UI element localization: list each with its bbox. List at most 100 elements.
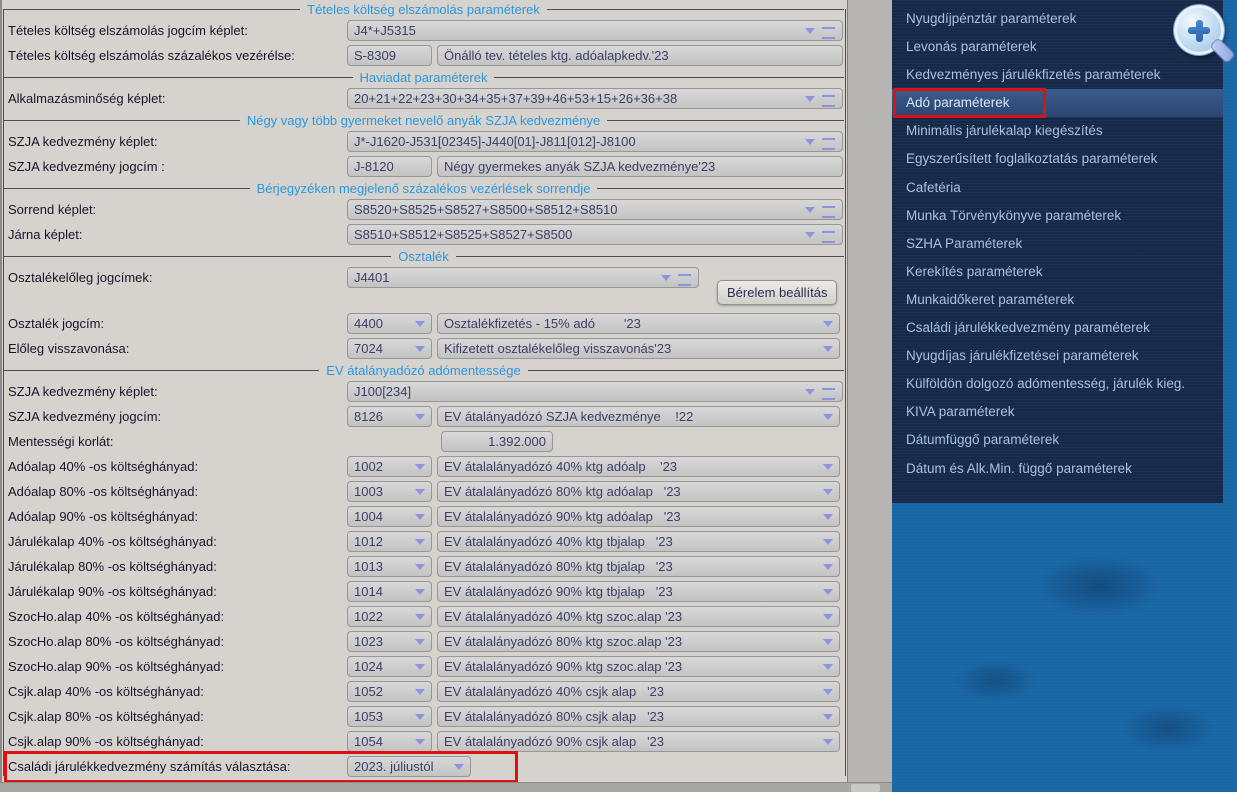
formula-input[interactable]: J4*+J5315 — [347, 20, 843, 41]
sidebar-item[interactable]: Kedvezményes járulékfizetés paraméterek — [892, 61, 1223, 89]
chevron-down-icon[interactable] — [415, 639, 425, 645]
description-select[interactable]: EV átalalányadózó 40% ktg szoc.alap '23 — [437, 606, 840, 627]
description-select[interactable]: EV átalalányadózó 90% ktg tbjalap '23 — [437, 581, 840, 602]
dropdown-select[interactable]: 2023. júliustól — [347, 756, 471, 777]
code-select[interactable]: 1022 — [347, 606, 432, 627]
sidebar-item[interactable]: Cafetéria — [892, 174, 1223, 202]
description-input[interactable]: Önálló tev. tételes ktg. adóalapkedv.'23 — [437, 45, 843, 66]
menu-handle-icon[interactable] — [678, 274, 691, 286]
sidebar-item[interactable]: Minimális járulékalap kiegészítés — [892, 117, 1223, 145]
code-select[interactable]: 4400 — [347, 313, 432, 334]
code-select[interactable]: 8126 — [347, 406, 432, 427]
chevron-down-icon[interactable] — [415, 464, 425, 470]
sidebar-item[interactable]: Munka Törvénykönyve paraméterek — [892, 202, 1223, 230]
chevron-down-icon[interactable] — [823, 589, 833, 595]
description-input[interactable]: Négy gyermekes anyák SZJA kedvezménye'23 — [437, 156, 843, 177]
description-select[interactable]: EV átalányadózó SZJA kedvezménye !22 — [437, 406, 840, 427]
chevron-down-icon[interactable] — [415, 539, 425, 545]
sidebar-item[interactable]: Külföldön dolgozó adómentesség, járulék … — [892, 370, 1223, 398]
chevron-down-icon[interactable] — [415, 564, 425, 570]
formula-input[interactable]: J100[234] — [347, 381, 843, 402]
formula-input[interactable]: S8510+S8512+S8525+S8527+S8500 — [347, 224, 843, 245]
description-select[interactable]: EV átalalányadózó 90% ktg szoc.alap '23 — [437, 656, 840, 677]
code-select[interactable]: 1014 — [347, 581, 432, 602]
chevron-down-icon[interactable] — [823, 739, 833, 745]
chevron-down-icon[interactable] — [415, 664, 425, 670]
chevron-down-icon[interactable] — [823, 346, 833, 352]
chevron-down-icon[interactable] — [415, 321, 425, 327]
chevron-down-icon[interactable] — [415, 589, 425, 595]
chevron-down-icon[interactable] — [415, 689, 425, 695]
code-select[interactable]: 1052 — [347, 681, 432, 702]
chevron-down-icon[interactable] — [805, 139, 815, 145]
chevron-down-icon[interactable] — [823, 539, 833, 545]
description-select[interactable]: EV átalalányadózó 80% ktg adóalap '23 — [437, 481, 840, 502]
code-select[interactable]: 1054 — [347, 731, 432, 752]
chevron-down-icon[interactable] — [823, 414, 833, 420]
chevron-down-icon[interactable] — [415, 739, 425, 745]
chevron-down-icon[interactable] — [823, 614, 833, 620]
code-input[interactable]: S-8309 — [347, 45, 432, 66]
description-select[interactable]: Kifizetett osztalékelőleg visszavonás'23 — [437, 338, 840, 359]
code-select[interactable]: 1023 — [347, 631, 432, 652]
sidebar-item[interactable]: SZHA Paraméterek — [892, 230, 1223, 258]
chevron-down-icon[interactable] — [823, 564, 833, 570]
chevron-down-icon[interactable] — [823, 689, 833, 695]
code-select[interactable]: 1024 — [347, 656, 432, 677]
sidebar-item[interactable]: Dátumfüggő paraméterek — [892, 426, 1223, 454]
chevron-down-icon[interactable] — [454, 764, 464, 770]
code-select[interactable]: 7024 — [347, 338, 432, 359]
menu-handle-icon[interactable] — [822, 27, 835, 39]
scrollbar-corner[interactable] — [851, 784, 880, 792]
sidebar-item[interactable]: Családi járulékkedvezmény paraméterek — [892, 314, 1223, 342]
description-select[interactable]: EV átalalányadózó 40% csjk alap '23 — [437, 681, 840, 702]
magnifier-zoom-in-icon[interactable] — [1172, 3, 1236, 65]
code-select[interactable]: 1004 — [347, 506, 432, 527]
chevron-down-icon[interactable] — [823, 464, 833, 470]
code-select[interactable]: 1053 — [347, 706, 432, 727]
description-select[interactable]: EV átalalányadózó 90% csjk alap '23 — [437, 731, 840, 752]
formula-input[interactable]: J4401 — [347, 267, 699, 288]
description-select[interactable]: EV átalalányadózó 40% ktg adóalp '23 — [437, 456, 840, 477]
description-select[interactable]: EV átalalányadózó 90% ktg adóalap '23 — [437, 506, 840, 527]
description-select[interactable]: EV átalalányadózó 80% csjk alap '23 — [437, 706, 840, 727]
chevron-down-icon[interactable] — [415, 346, 425, 352]
description-select[interactable]: EV átalalányadózó 80% ktg tbjalap '23 — [437, 556, 840, 577]
chevron-down-icon[interactable] — [805, 28, 815, 34]
chevron-down-icon[interactable] — [823, 639, 833, 645]
chevron-down-icon[interactable] — [415, 714, 425, 720]
sidebar-item[interactable]: Adó paraméterek — [892, 88, 1223, 119]
menu-handle-icon[interactable] — [822, 388, 835, 400]
menu-handle-icon[interactable] — [822, 95, 835, 107]
chevron-down-icon[interactable] — [415, 489, 425, 495]
chevron-down-icon[interactable] — [415, 414, 425, 420]
description-select[interactable]: EV átalalányadózó 80% ktg szoc.alap '23 — [437, 631, 840, 652]
sidebar-item[interactable]: Nyugdíjas járulékfizetései paraméterek — [892, 342, 1223, 370]
sidebar-item[interactable]: Kerekítés paraméterek — [892, 258, 1223, 286]
code-select[interactable]: 1003 — [347, 481, 432, 502]
chevron-down-icon[interactable] — [661, 275, 671, 281]
chevron-down-icon[interactable] — [805, 207, 815, 213]
menu-handle-icon[interactable] — [822, 206, 835, 218]
description-select[interactable]: Osztalékfizetés - 15% adó '23 — [437, 313, 840, 334]
chevron-down-icon[interactable] — [415, 514, 425, 520]
chevron-down-icon[interactable] — [805, 96, 815, 102]
berelem-beallitas-button[interactable]: Bérelem beállítás — [717, 280, 838, 305]
chevron-down-icon[interactable] — [805, 389, 815, 395]
chevron-down-icon[interactable] — [823, 714, 833, 720]
formula-input[interactable]: S8520+S8525+S8527+S8500+S8512+S8510 — [347, 199, 843, 220]
chevron-down-icon[interactable] — [823, 321, 833, 327]
formula-input[interactable]: 20+21+22+23+30+34+35+37+39+46+53+15+26+3… — [347, 88, 843, 109]
code-input[interactable]: J-8120 — [347, 156, 432, 177]
number-input[interactable]: 1.392.000 — [441, 431, 553, 452]
menu-handle-icon[interactable] — [822, 231, 835, 243]
code-select[interactable]: 1002 — [347, 456, 432, 477]
chevron-down-icon[interactable] — [823, 664, 833, 670]
code-select[interactable]: 1012 — [347, 531, 432, 552]
chevron-down-icon[interactable] — [805, 232, 815, 238]
sidebar-item[interactable]: Dátum és Alk.Min. függő paraméterek — [892, 455, 1223, 483]
formula-input[interactable]: J*-J1620-J531[02345]-J440[01]-J811[012]-… — [347, 131, 843, 152]
chevron-down-icon[interactable] — [823, 489, 833, 495]
menu-handle-icon[interactable] — [822, 138, 835, 150]
description-select[interactable]: EV átalalányadózó 40% ktg tbjalap '23 — [437, 531, 840, 552]
